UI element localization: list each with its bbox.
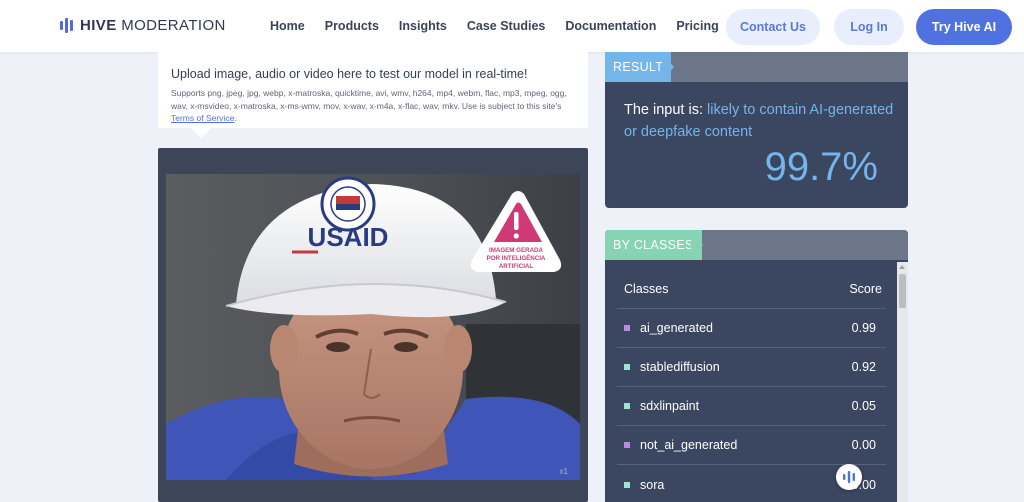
warning-line-1: IMAGEM GERADA	[489, 247, 544, 254]
class-score: 0.00	[851, 438, 876, 452]
class-color-marker	[624, 403, 630, 409]
logo-bold-text: HIVE	[80, 17, 117, 34]
class-name: sora	[640, 478, 665, 492]
upload-pointer	[191, 128, 211, 138]
uploaded-image: USAID IMAGEM GERADA POR INTELIGÊNCIA ART…	[166, 174, 580, 480]
classes-card: BY CLASSES Classes Score ai_generated 0.…	[605, 230, 908, 502]
chat-widget-button[interactable]	[836, 464, 862, 490]
class-name: sdxlinpaint	[640, 399, 700, 413]
classes-column-headers: Classes Score	[624, 282, 882, 296]
hive-logo-icon	[60, 18, 73, 33]
nav-case-studies[interactable]: Case Studies	[467, 19, 546, 33]
class-color-marker	[624, 325, 630, 331]
nav-documentation[interactable]: Documentation	[565, 19, 656, 33]
class-name: ai_generated	[640, 321, 713, 335]
class-row: ai_generated 0.99	[624, 321, 876, 335]
result-text: The input is: likely to contain AI-gener…	[624, 99, 894, 143]
scroll-up-arrow-icon[interactable]	[899, 265, 905, 269]
scroll-thumb[interactable]	[899, 274, 906, 308]
class-row: stablediffusion 0.92	[624, 360, 876, 374]
supported-formats: Supports png, jpeg, jpg, webp, x-matrosk…	[171, 88, 567, 111]
class-score: 0.05	[851, 399, 876, 413]
try-hive-ai-button[interactable]: Try Hive AI	[916, 9, 1012, 45]
divider	[617, 425, 886, 426]
cap-text: USAID	[308, 222, 389, 252]
hive-chat-icon	[843, 471, 855, 483]
class-score: 0.99	[851, 321, 876, 335]
supported-formats-text: Supports png, jpeg, jpg, webp, x-matrosk…	[171, 87, 575, 125]
result-prefix: The input is:	[624, 102, 708, 118]
tos-period: .	[234, 113, 237, 123]
upload-title: Upload image, audio or video here to tes…	[171, 67, 528, 81]
divider	[617, 386, 886, 387]
classes-column-header: Classes	[624, 282, 669, 296]
nav-insights[interactable]: Insights	[399, 19, 447, 33]
divider	[617, 308, 886, 309]
class-score: 0.92	[851, 360, 876, 374]
result-card: RESULT The input is: likely to contain A…	[605, 52, 908, 208]
main-nav: Home Products Insights Case Studies Docu…	[270, 19, 739, 33]
score-column-header: Score	[849, 282, 882, 296]
logo-rest-text: MODERATION	[121, 17, 226, 34]
warning-line-3: ARTIFICIAL	[499, 263, 534, 270]
hive-logo[interactable]: HIVE MODERATION	[60, 17, 226, 34]
contact-us-button[interactable]: Contact Us	[726, 9, 820, 45]
class-name: stablediffusion	[640, 360, 720, 374]
uploaded-photo: USAID IMAGEM GERADA POR INTELIGÊNCIA ART…	[166, 174, 580, 480]
classes-scrollbar[interactable]	[897, 262, 908, 502]
logo-text: HIVE MODERATION	[80, 17, 226, 34]
top-header: HIVE MODERATION Home Products Insights C…	[0, 0, 1024, 52]
classes-tag: BY CLASSES	[605, 230, 702, 260]
nav-home[interactable]: Home	[270, 19, 305, 33]
terms-of-service-link[interactable]: Terms of Service	[171, 113, 234, 123]
nav-products[interactable]: Products	[325, 19, 379, 33]
class-color-marker	[624, 442, 630, 448]
class-name: not_ai_generated	[640, 438, 738, 452]
class-color-marker	[624, 364, 630, 370]
warning-line-2: POR INTELIGÊNCIA	[487, 254, 546, 262]
image-watermark: x1	[560, 467, 569, 476]
class-row: sdxlinpaint 0.05	[624, 399, 876, 413]
divider	[617, 347, 886, 348]
result-percentage: 99.7%	[764, 145, 878, 189]
classes-tag-arrow	[691, 230, 703, 260]
upload-instructions: Upload image, audio or video here to tes…	[158, 52, 588, 128]
upload-dropzone[interactable]: USAID IMAGEM GERADA POR INTELIGÊNCIA ART…	[158, 148, 588, 502]
result-tag-arrow	[662, 52, 674, 82]
class-color-marker	[624, 482, 630, 488]
log-in-button[interactable]: Log In	[834, 9, 904, 45]
nav-pricing[interactable]: Pricing	[676, 19, 718, 33]
class-row: not_ai_generated 0.00	[624, 438, 876, 452]
